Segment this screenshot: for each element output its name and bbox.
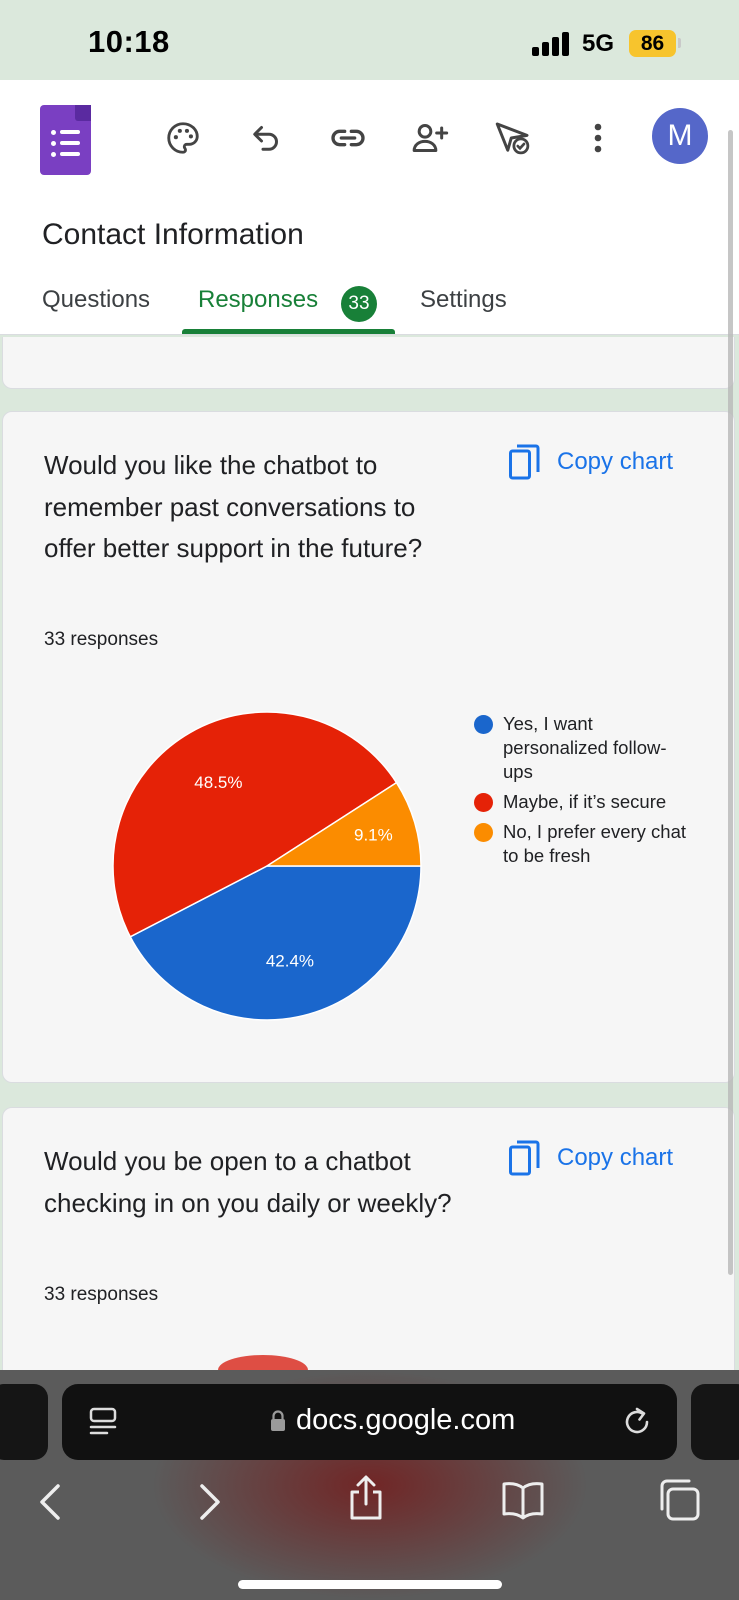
previous-tab-preview[interactable]: [0, 1384, 48, 1460]
address-bar[interactable]: docs.google.com: [62, 1384, 677, 1460]
url-text: docs.google.com: [296, 1404, 516, 1436]
tab-responses[interactable]: Responses: [198, 286, 318, 314]
copy-chart-label: Copy chart: [557, 448, 674, 475]
reader-icon[interactable]: [88, 1406, 118, 1443]
more-icon[interactable]: [575, 115, 621, 161]
send-icon[interactable]: [490, 115, 536, 161]
palette-icon[interactable]: [160, 115, 206, 161]
tab-questions[interactable]: Questions: [42, 286, 150, 314]
copy-icon: [509, 1140, 540, 1176]
pie-chart: 42.4% 48.5% 9.1%: [112, 711, 422, 1021]
legend-swatch: [474, 823, 493, 842]
reload-icon[interactable]: [622, 1404, 654, 1443]
network-type: 5G: [582, 30, 615, 57]
bookmarks-icon[interactable]: [500, 1480, 546, 1525]
status-bar: 10:18 5G 86: [0, 0, 739, 80]
url-display[interactable]: docs.google.com: [270, 1404, 515, 1437]
slice-label: 9.1%: [354, 826, 393, 845]
battery-tip: [678, 38, 681, 48]
legend-label: No, I prefer every chat to be fresh: [503, 821, 687, 866]
question-title: Would you be open to a chatbot checking …: [44, 1146, 452, 1218]
copy-chart-button[interactable]: Copy chart: [509, 444, 673, 480]
response-count: 33 responses: [44, 1284, 159, 1305]
previous-card: [2, 337, 735, 389]
legend-label: Yes, I want personalized follow-ups: [503, 713, 667, 782]
slice-label: 48.5%: [194, 773, 242, 792]
question-title: Would you like the chatbot to remember p…: [44, 450, 423, 563]
copy-chart-label: Copy chart: [557, 1144, 674, 1171]
browser-toolbar: docs.google.com: [0, 1370, 739, 1600]
home-indicator[interactable]: [238, 1580, 502, 1589]
battery-level: 86: [629, 30, 676, 57]
question-card: Would you like the chatbot to remember p…: [2, 411, 735, 1083]
legend-item: Maybe, if it’s secure: [473, 790, 688, 814]
link-icon[interactable]: [325, 115, 371, 161]
question-card: Would you be open to a chatbot checking …: [2, 1107, 735, 1407]
tabs-icon[interactable]: [658, 1478, 702, 1527]
active-tab-indicator: [182, 329, 395, 334]
form-title: Contact Information: [42, 218, 304, 251]
copy-icon: [509, 444, 540, 480]
status-time: 10:18: [88, 24, 170, 59]
copy-chart-button[interactable]: Copy chart: [509, 1140, 673, 1176]
avatar[interactable]: M: [652, 108, 708, 164]
scrollbar[interactable]: [728, 130, 733, 1275]
forms-logo-icon[interactable]: [40, 105, 91, 175]
tab-settings[interactable]: Settings: [420, 286, 507, 314]
back-icon[interactable]: [36, 1482, 64, 1527]
legend-swatch: [474, 793, 493, 812]
legend-swatch: [474, 715, 493, 734]
slice-label: 42.4%: [266, 951, 314, 970]
responses-count-badge: 33: [341, 286, 377, 322]
response-count: 33 responses: [44, 629, 159, 650]
signal-icon: [532, 30, 572, 56]
undo-icon[interactable]: [243, 115, 289, 161]
legend-item: Yes, I want personalized follow-ups: [473, 712, 688, 784]
share-icon[interactable]: [346, 1474, 386, 1527]
next-tab-preview[interactable]: [691, 1384, 739, 1460]
forward-icon[interactable]: [196, 1482, 224, 1527]
chart-legend: Yes, I want personalized follow-ups Maybe…: [473, 712, 688, 874]
add-collaborator-icon[interactable]: [407, 115, 453, 161]
legend-label: Maybe, if it’s secure: [503, 791, 667, 812]
legend-item: No, I prefer every chat to be fresh: [473, 820, 688, 868]
lock-icon: [271, 1409, 285, 1431]
